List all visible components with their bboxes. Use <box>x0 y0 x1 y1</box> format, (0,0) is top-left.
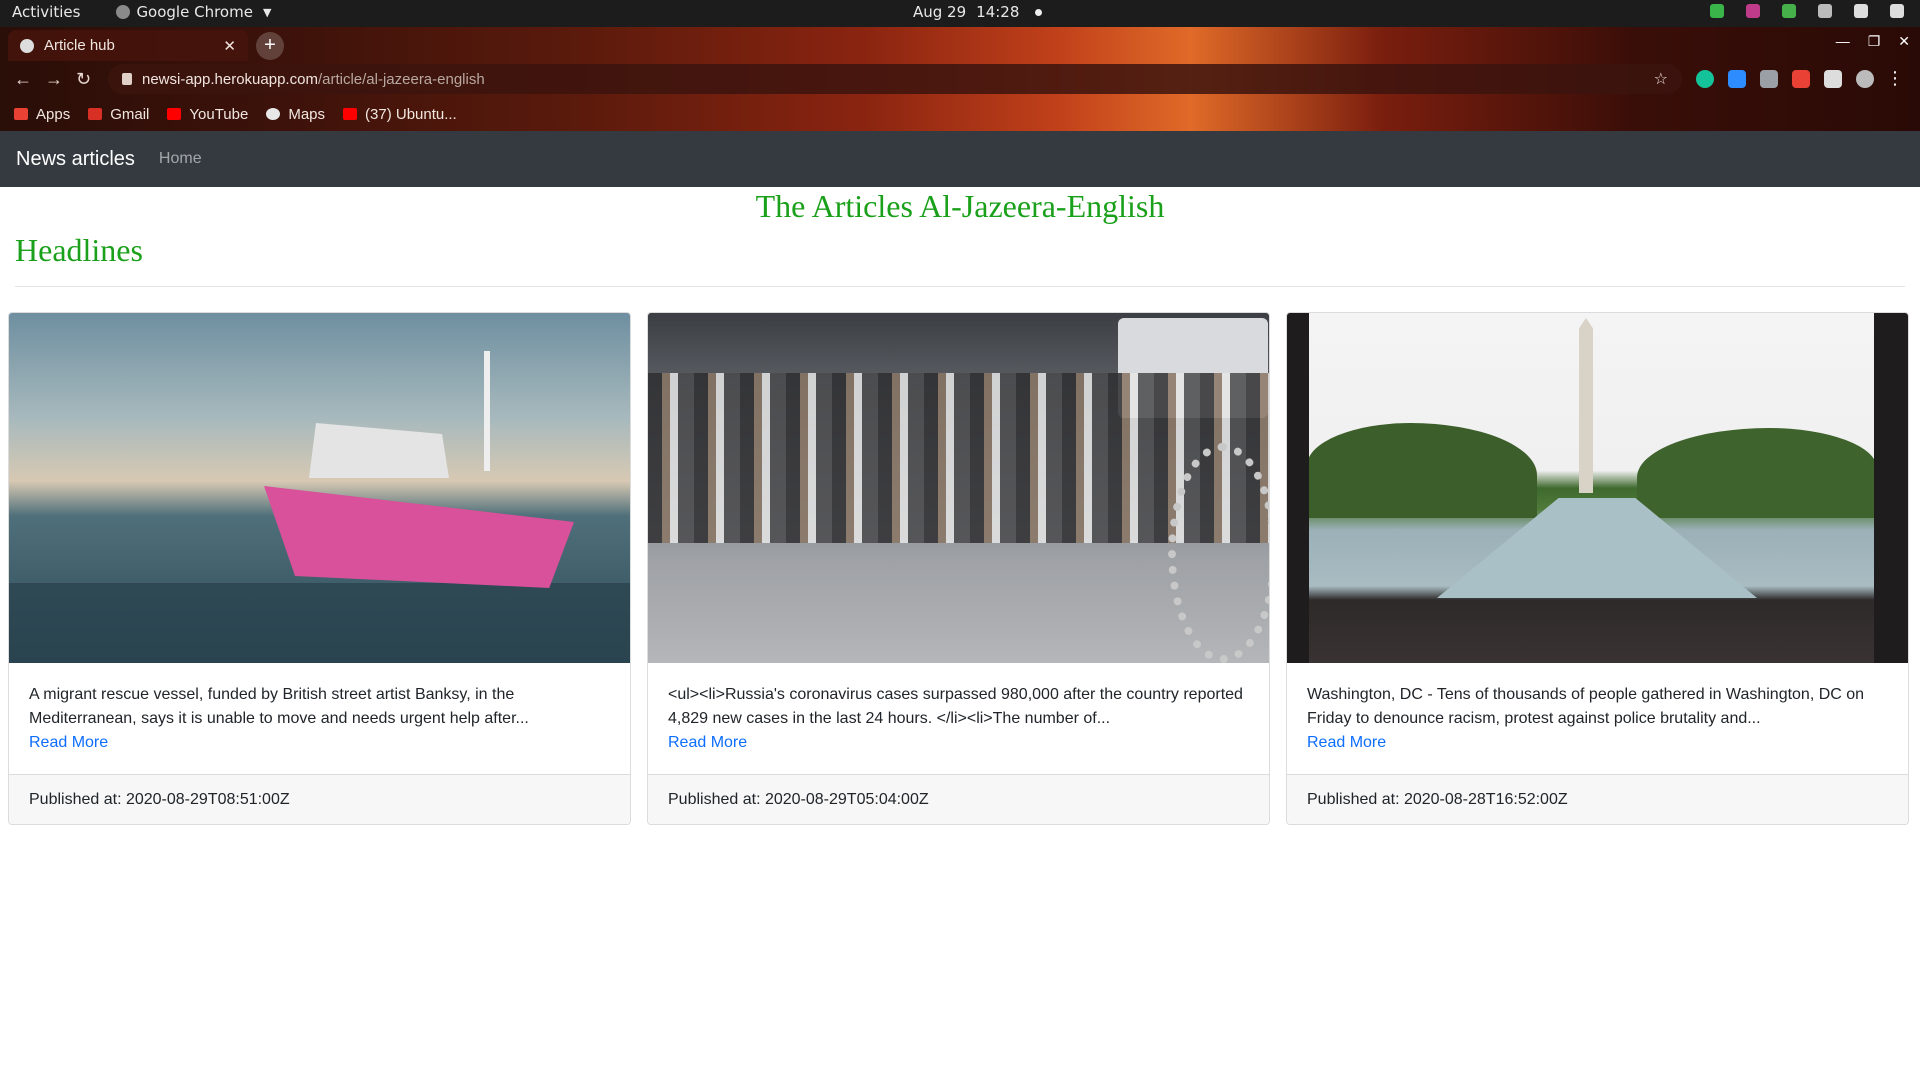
tab-article-hub[interactable]: Article hub ✕ <box>8 30 248 61</box>
grammarly-icon[interactable] <box>1696 70 1714 88</box>
bookmark-label: Gmail <box>110 105 150 123</box>
article-image <box>648 313 1269 663</box>
bookmark-label: YouTube <box>189 105 249 123</box>
bookmark-label: Apps <box>36 105 71 123</box>
maximize-icon[interactable]: ❐ <box>1868 33 1881 50</box>
read-more-link[interactable]: Read More <box>668 731 1249 755</box>
vpn-shield-icon[interactable] <box>1782 4 1796 18</box>
site-navbar: News articles Home <box>0 131 1920 187</box>
os-top-bar: Activities Google Chrome ▼ Aug 29 14:28 <box>0 0 1920 27</box>
tab-strip: Article hub ✕ + — ❐ ✕ <box>0 27 1920 61</box>
article-cards: A migrant rescue vessel, funded by Briti… <box>8 312 1912 825</box>
shield-icon[interactable] <box>1710 4 1724 18</box>
url-path: /article/al-jazeera-english <box>317 70 485 88</box>
chrome-icon <box>116 5 131 19</box>
page-title: The Articles Al-Jazeera-English <box>755 188 1165 224</box>
bookmark-ubuntu[interactable]: (37) Ubuntu... <box>343 106 457 123</box>
notification-dot-icon <box>1035 8 1043 16</box>
article-description: A migrant rescue vessel, funded by Briti… <box>29 686 529 727</box>
address-bar[interactable]: newsi-app.herokuapp.com/article/al-jazee… <box>108 64 1682 94</box>
time: 14:28 <box>976 3 1020 21</box>
bookmark-gmail[interactable]: Gmail <box>88 106 149 123</box>
card-body: Washington, DC - Tens of thousands of pe… <box>1287 663 1908 776</box>
section-heading: Headlines <box>15 232 143 268</box>
card-body: <ul><li>Russia's coronavirus cases surpa… <box>648 663 1269 776</box>
youtube-icon <box>343 108 358 120</box>
puzzle-icon[interactable] <box>1824 70 1842 88</box>
browser-toolbar: ← → ↻ newsi-app.herokuapp.com/article/al… <box>0 61 1920 97</box>
card-footer: Published at: 2020-08-28T16:52:00Z <box>1287 774 1908 824</box>
article-image <box>9 313 630 663</box>
new-tab-button[interactable]: + <box>256 32 284 60</box>
favicon-icon <box>20 38 34 53</box>
tab-title: Article hub <box>44 37 115 54</box>
globe-icon <box>266 108 281 120</box>
color-picker-icon[interactable] <box>1792 70 1810 88</box>
youtube-icon <box>167 108 182 120</box>
close-icon[interactable]: ✕ <box>223 37 236 55</box>
browser-chrome: Article hub ✕ + — ❐ ✕ ← → ↻ newsi-app.he… <box>0 27 1920 131</box>
slack-icon[interactable] <box>1746 4 1760 18</box>
apps-grid-icon <box>14 108 28 120</box>
published-at: Published at: 2020-08-29T05:04:00Z <box>668 790 929 808</box>
article-card: A migrant rescue vessel, funded by Briti… <box>8 312 631 825</box>
card-body: A migrant rescue vessel, funded by Briti… <box>9 663 630 776</box>
app-menu[interactable]: Google Chrome ▼ <box>116 3 271 21</box>
forward-arrow-icon[interactable]: → <box>45 69 63 90</box>
close-window-icon[interactable]: ✕ <box>1898 33 1910 50</box>
clock[interactable]: Aug 29 14:28 <box>913 3 1043 21</box>
volume-icon[interactable] <box>1854 4 1868 18</box>
nav-home-link[interactable]: Home <box>159 150 202 168</box>
wifi-icon[interactable] <box>1818 4 1832 18</box>
zoom-icon[interactable] <box>1728 70 1746 88</box>
system-tray <box>1710 4 1904 18</box>
url-host: newsi-app.herokuapp.com <box>142 70 318 88</box>
bookmark-star-icon[interactable]: ☆ <box>1654 69 1668 89</box>
bookmark-label: (37) Ubuntu... <box>365 105 457 123</box>
divider <box>15 286 1905 287</box>
reload-icon[interactable]: ↻ <box>76 69 91 90</box>
app-name: Google Chrome <box>136 3 253 21</box>
published-at: Published at: 2020-08-28T16:52:00Z <box>1307 790 1568 808</box>
gmail-icon <box>88 108 103 120</box>
article-description: <ul><li>Russia's coronavirus cases surpa… <box>668 686 1243 727</box>
bookmarks-bar: Apps Gmail YouTube Maps (37) Ubuntu... <box>0 97 1920 131</box>
article-image <box>1287 313 1908 663</box>
lock-icon <box>122 73 132 85</box>
article-description: Washington, DC - Tens of thousands of pe… <box>1307 686 1865 727</box>
minimize-icon[interactable]: — <box>1836 33 1850 50</box>
read-more-link[interactable]: Read More <box>29 731 610 755</box>
menu-kebab-icon[interactable]: ⋮ <box>1886 68 1904 89</box>
navbar-brand[interactable]: News articles <box>16 148 135 171</box>
chevron-down-icon: ▼ <box>262 5 272 19</box>
battery-icon[interactable] <box>1890 4 1904 18</box>
article-card: <ul><li>Russia's coronavirus cases surpa… <box>647 312 1270 825</box>
activities-button[interactable]: Activities <box>12 3 80 21</box>
bookmark-maps[interactable]: Maps <box>266 106 325 123</box>
published-at: Published at: 2020-08-29T08:51:00Z <box>29 790 290 808</box>
profile-avatar-icon[interactable] <box>1856 70 1874 88</box>
bookmark-youtube[interactable]: YouTube <box>167 106 248 123</box>
extensions-area <box>1696 70 1874 88</box>
window-controls: — ❐ ✕ <box>1836 33 1910 50</box>
date: Aug 29 <box>913 3 967 21</box>
back-arrow-icon[interactable]: ← <box>14 69 32 90</box>
bookmark-apps[interactable]: Apps <box>14 106 70 123</box>
article-card: Washington, DC - Tens of thousands of pe… <box>1286 312 1909 825</box>
read-more-link[interactable]: Read More <box>1307 731 1888 755</box>
bookmark-label: Maps <box>288 105 326 123</box>
card-footer: Published at: 2020-08-29T08:51:00Z <box>9 774 630 824</box>
extension-icon[interactable] <box>1760 70 1778 88</box>
card-footer: Published at: 2020-08-29T05:04:00Z <box>648 774 1269 824</box>
